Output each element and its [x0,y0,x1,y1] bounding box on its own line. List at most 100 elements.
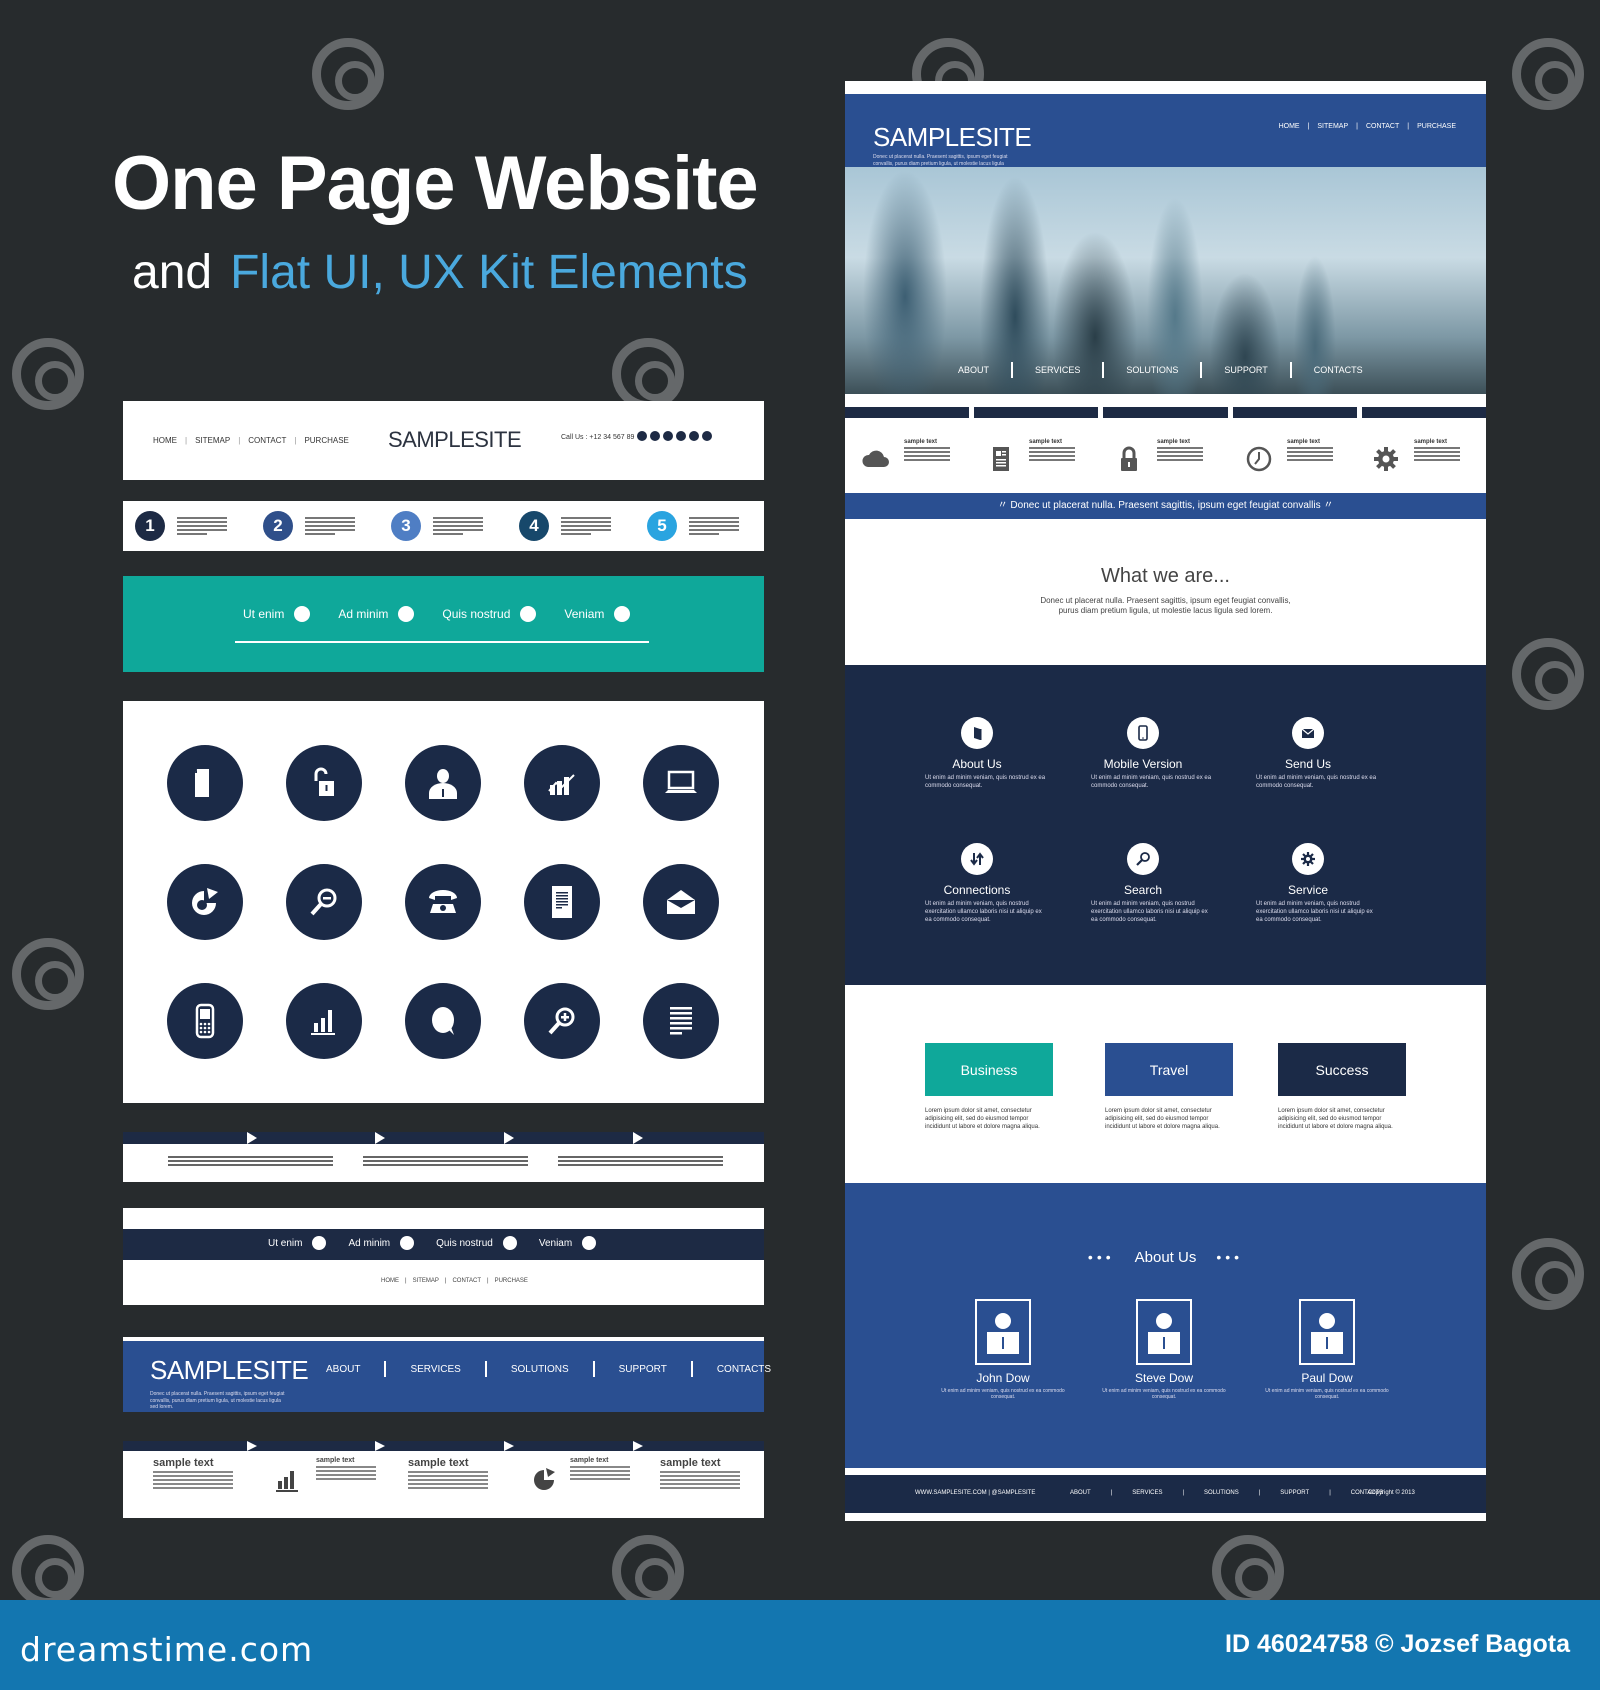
sample-heading: sample text [316,1457,355,1464]
zoom-out-icon[interactable] [286,864,362,940]
nav-link-home[interactable]: HOME [1279,123,1300,130]
service-item[interactable]: About Us Ut enim ad minim veniam, quis n… [907,717,1047,791]
hero-image: ABOUT SERVICES SOLUTIONS SUPPORT CONTACT… [845,167,1486,394]
nav-link-sitemap[interactable]: SITEMAP [413,1278,439,1284]
nav-link-support[interactable]: SUPPORT [619,1364,667,1375]
site-logo[interactable]: SAMPLESITE [150,1355,309,1386]
growth-chart-icon[interactable] [524,745,600,821]
about-section: ••• About Us ••• John Dow Ut enim ad minim… [845,1183,1486,1468]
nav-link-sitemap[interactable]: SITEMAP [195,436,230,445]
service-item[interactable]: Search Ut enim ad minim veniam, quis nos… [1073,843,1213,924]
social-icon[interactable] [676,431,686,441]
social-icon[interactable] [663,431,673,441]
service-item[interactable]: Connections Ut enim ad minim veniam, qui… [907,843,1047,924]
bar-chart-icon[interactable] [286,983,362,1059]
open-envelope-icon[interactable] [643,864,719,940]
site-logo[interactable]: SAMPLESITE [388,427,522,453]
nav-link-about[interactable]: ABOUT [326,1364,360,1375]
nav-link-purchase[interactable]: PURCHASE [304,436,348,445]
text-document-icon[interactable] [524,864,600,940]
social-icon[interactable] [650,431,660,441]
team-member: Steve Dow Ut enim ad minim veniam, quis … [1094,1299,1234,1400]
category-button[interactable]: Travel [1105,1043,1233,1096]
cellphone-icon[interactable] [167,983,243,1059]
mobile-icon [398,606,415,622]
telephone-icon[interactable] [405,864,481,940]
service-item[interactable]: Send Us Ut enim ad minim veniam, quis no… [1238,717,1378,791]
tab[interactable] [1232,407,1357,418]
nav-link-contact[interactable]: CONTACT [452,1278,481,1284]
brand-logo[interactable]: dreamstime.com [20,1630,313,1669]
social-icon[interactable] [689,431,699,441]
dark-nav-item[interactable]: Veniam [539,1236,597,1250]
tab[interactable] [845,407,970,418]
service-title: Connections [943,883,1011,897]
service-item[interactable]: Service Ut enim ad minim veniam, quis no… [1238,843,1378,924]
sample-heading: sample text [408,1457,469,1469]
footer-link-solutions[interactable]: SOLUTIONS [1204,1490,1239,1496]
lock-icon [294,606,311,622]
step-text [689,515,739,537]
dark-nav-item[interactable]: Ut enim [268,1236,327,1250]
lorem-block [558,1154,723,1168]
nav-link-support[interactable]: SUPPORT [1224,365,1267,375]
document-icon[interactable] [167,745,243,821]
dark-nav-item[interactable]: Ad minim [348,1236,415,1250]
nav-link-contact[interactable]: CONTACT [248,436,286,445]
tab[interactable] [974,407,1099,418]
website-mockup: SAMPLESITE Donec ut placerat nulla. Prae… [845,81,1487,1521]
newspaper-icon [993,447,1009,471]
footer-link-about[interactable]: ABOUT [1070,1490,1091,1496]
nav-link-services[interactable]: SERVICES [410,1364,460,1375]
social-icon[interactable] [702,431,712,441]
service-item[interactable]: Mobile Version Ut enim ad minim veniam, … [1073,717,1213,791]
target-icon [520,606,537,622]
nav-link-sitemap[interactable]: SITEMAP [1317,123,1348,130]
tab[interactable] [1103,407,1228,418]
laptop-icon[interactable] [643,745,719,821]
pie-chart-icon[interactable] [167,864,243,940]
social-icon[interactable] [637,431,647,441]
teal-nav-item[interactable]: Quis nostrud [442,606,537,622]
sample-column: sample text [316,1457,376,1482]
category-button[interactable]: Business [925,1043,1053,1096]
nav-link-contacts[interactable]: CONTACTS [1314,365,1363,375]
dark-nav-item[interactable]: Quis nostrud [436,1236,517,1250]
avatar-icon[interactable] [1299,1299,1355,1365]
nav-link-solutions[interactable]: SOLUTIONS [1126,365,1178,375]
footer-link-services[interactable]: SERVICES [1132,1490,1162,1496]
service-title: Send Us [1284,757,1332,771]
step-text [561,515,611,537]
teal-nav-item[interactable]: Veniam [564,606,631,622]
nav-link-about[interactable]: ABOUT [958,365,989,375]
nav-link-contact[interactable]: CONTACT [1366,123,1399,130]
footer-site[interactable]: WWW.SAMPLESITE.COM | @SAMPLESITE [915,1490,1035,1496]
nav-link-purchase[interactable]: PURCHASE [1417,123,1456,130]
zoom-in-icon[interactable] [524,983,600,1059]
watermark-spiral [1512,638,1584,710]
nav-link-solutions[interactable]: SOLUTIONS [511,1364,569,1375]
avatar-icon[interactable] [975,1299,1031,1365]
lorem-columns [168,1154,723,1168]
speech-bubble-icon[interactable] [405,983,481,1059]
avatar-icon[interactable] [1136,1299,1192,1365]
footer-link-support[interactable]: SUPPORT [1280,1490,1309,1496]
step-item: 3 [391,511,483,541]
unlock-icon[interactable] [286,745,362,821]
icon-grid [167,745,719,1059]
nav-link-contacts[interactable]: CONTACTS [717,1364,771,1375]
category-button[interactable]: Success [1278,1043,1406,1096]
user-icon[interactable] [405,745,481,821]
nav-link-purchase[interactable]: PURCHASE [495,1278,528,1284]
text-lines-icon[interactable] [643,983,719,1059]
steps-panel: 1 2 3 4 5 [123,501,764,551]
tab[interactable] [1361,407,1487,418]
site-logo[interactable]: SAMPLESITE [873,122,1032,153]
teal-nav-item[interactable]: Ad minim [338,606,415,622]
watermark-spiral [12,338,84,410]
nav-link-home[interactable]: HOME [153,436,177,445]
nav-link-home[interactable]: HOME [381,1278,399,1284]
teal-nav-item[interactable]: Ut enim [243,606,311,622]
envelope-icon [1292,717,1324,749]
nav-link-services[interactable]: SERVICES [1035,365,1080,375]
